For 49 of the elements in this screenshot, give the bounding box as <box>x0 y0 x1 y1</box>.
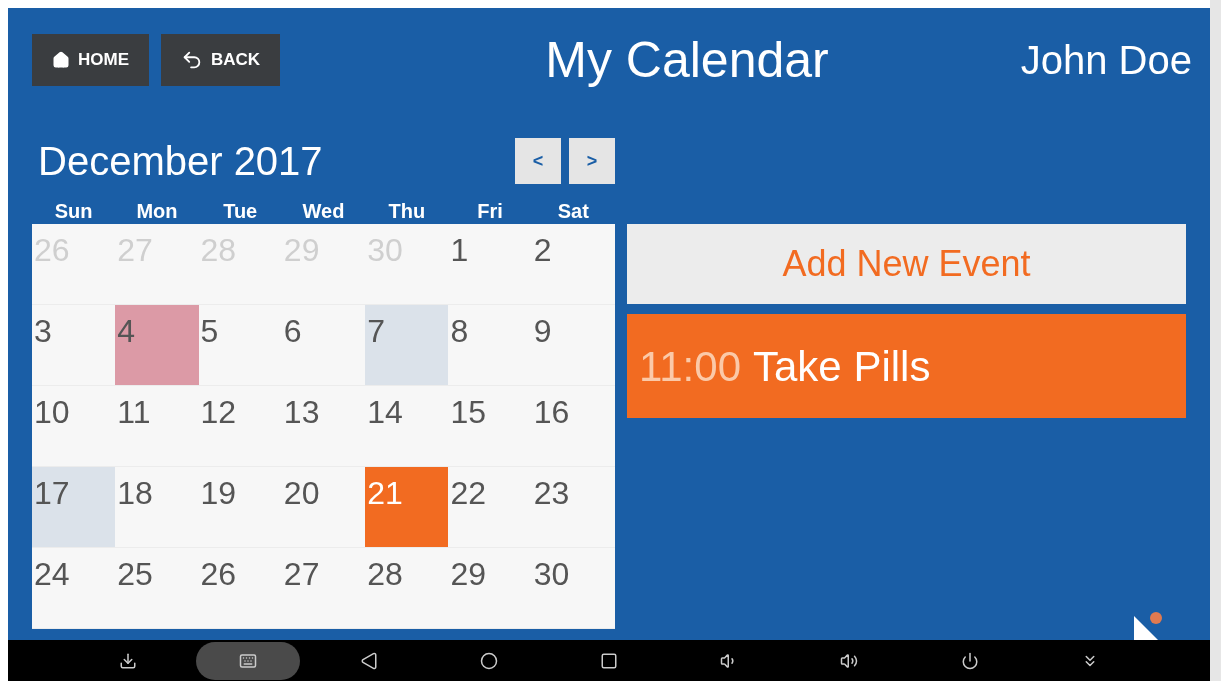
weekday-label: Fri <box>476 199 504 224</box>
day-cell[interactable]: 9 <box>531 305 615 386</box>
weekday-label: Sat <box>556 199 590 224</box>
weekday-label: Sun <box>53 199 94 224</box>
day-cell[interactable]: 25 <box>115 548 199 629</box>
back-button[interactable]: BACK <box>161 34 281 86</box>
day-cell[interactable]: 26 <box>198 548 282 629</box>
weekday-label: Tue <box>222 199 259 224</box>
home-icon <box>52 51 70 69</box>
day-cell[interactable]: 27 <box>281 548 366 629</box>
day-cell[interactable]: 17 <box>32 467 116 548</box>
day-cell[interactable]: 1 <box>448 224 532 305</box>
power-icon <box>960 651 979 670</box>
next-month-button[interactable]: > <box>569 138 615 184</box>
weekday-label: Thu <box>387 199 427 224</box>
day-cell[interactable]: 23 <box>531 467 615 548</box>
recent-apps-icon <box>600 651 618 670</box>
month-title: December 2017 <box>38 138 323 185</box>
weekday-label: Mon <box>135 199 179 224</box>
weekday-label: Wed <box>301 199 346 224</box>
day-cell[interactable]: 22 <box>448 467 532 548</box>
keyboard-icon <box>239 651 258 670</box>
day-cell[interactable]: 24 <box>32 548 116 629</box>
home-icon <box>479 651 498 670</box>
day-cell[interactable]: 18 <box>115 467 199 548</box>
day-cell[interactable]: 5 <box>198 305 282 386</box>
home-button[interactable]: HOME <box>32 34 149 86</box>
back-icon <box>359 651 378 670</box>
event-title: Take Pills <box>753 341 931 392</box>
previous-month-button[interactable]: < <box>515 138 561 184</box>
day-cell[interactable]: 8 <box>448 305 532 386</box>
user-name: John Doe <box>1020 37 1192 84</box>
day-cell[interactable]: 12 <box>198 386 282 467</box>
day-cell[interactable]: 30 <box>531 548 615 629</box>
day-cell[interactable]: 16 <box>531 386 615 467</box>
day-cell[interactable]: 19 <box>198 467 282 548</box>
volume-up-icon <box>840 651 859 670</box>
day-cell[interactable]: 11 <box>115 386 199 467</box>
day-cell[interactable]: 15 <box>448 386 532 467</box>
back-arrow-icon <box>181 49 203 71</box>
event-time: 11:00 <box>639 341 741 392</box>
day-cell[interactable]: 28 <box>365 548 449 629</box>
day-cell[interactable]: 2 <box>531 224 615 305</box>
page-title: My Calendar <box>544 30 830 90</box>
day-cell[interactable]: 7 <box>365 305 449 386</box>
download-icon <box>119 651 138 670</box>
day-cell[interactable]: 13 <box>281 386 366 467</box>
nav-keyboard-button[interactable] <box>196 641 301 680</box>
day-cell[interactable]: 29 <box>448 548 532 629</box>
